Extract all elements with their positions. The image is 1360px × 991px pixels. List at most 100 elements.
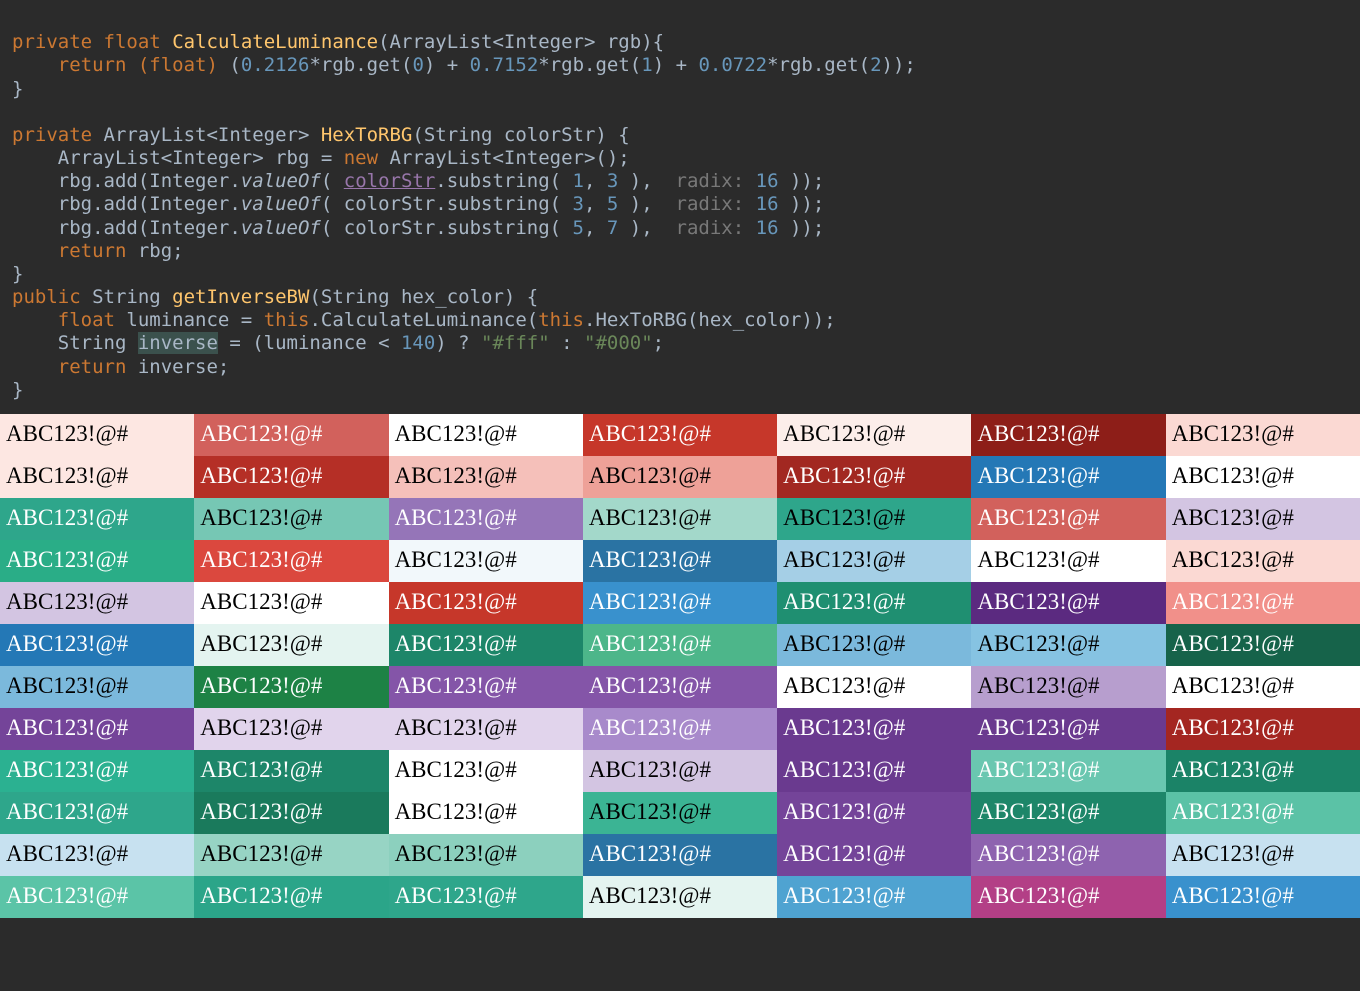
color-swatch: ABC123!@# — [0, 540, 194, 582]
code-line: } — [12, 263, 23, 285]
color-swatch: ABC123!@# — [194, 540, 388, 582]
color-swatch: ABC123!@# — [583, 582, 777, 624]
color-swatch: ABC123!@# — [971, 456, 1165, 498]
color-swatch: ABC123!@# — [971, 624, 1165, 666]
code-line: public String getInverseBW(String hex_co… — [12, 286, 538, 308]
code-line: return (float) (0.2126*rgb.get(0) + 0.71… — [12, 54, 916, 76]
color-swatch: ABC123!@# — [971, 792, 1165, 834]
color-swatch: ABC123!@# — [0, 498, 194, 540]
color-swatch: ABC123!@# — [777, 414, 971, 456]
code-line: private ArrayList<Integer> HexToRBG(Stri… — [12, 124, 630, 146]
color-swatch: ABC123!@# — [583, 876, 777, 918]
code-line: ArrayList<Integer> rbg = new ArrayList<I… — [12, 147, 630, 169]
color-swatch: ABC123!@# — [1166, 624, 1360, 666]
color-swatch: ABC123!@# — [971, 540, 1165, 582]
color-swatch: ABC123!@# — [971, 750, 1165, 792]
color-swatch: ABC123!@# — [389, 666, 583, 708]
color-swatch: ABC123!@# — [1166, 834, 1360, 876]
color-swatch: ABC123!@# — [777, 498, 971, 540]
color-swatch: ABC123!@# — [971, 582, 1165, 624]
color-swatch: ABC123!@# — [971, 876, 1165, 918]
color-swatch: ABC123!@# — [583, 498, 777, 540]
color-swatch: ABC123!@# — [1166, 582, 1360, 624]
color-swatch: ABC123!@# — [389, 540, 583, 582]
color-swatch: ABC123!@# — [777, 624, 971, 666]
color-swatch: ABC123!@# — [971, 498, 1165, 540]
color-swatch: ABC123!@# — [0, 708, 194, 750]
color-swatch: ABC123!@# — [777, 540, 971, 582]
color-swatch: ABC123!@# — [0, 456, 194, 498]
code-line: rbg.add(Integer.valueOf( colorStr.substr… — [12, 217, 824, 239]
color-swatch: ABC123!@# — [971, 666, 1165, 708]
color-swatch: ABC123!@# — [777, 582, 971, 624]
color-swatch: ABC123!@# — [389, 624, 583, 666]
color-swatch: ABC123!@# — [777, 792, 971, 834]
color-swatch: ABC123!@# — [1166, 498, 1360, 540]
color-swatch: ABC123!@# — [971, 708, 1165, 750]
color-swatch: ABC123!@# — [194, 498, 388, 540]
color-swatch: ABC123!@# — [194, 750, 388, 792]
code-line: return rbg; — [12, 240, 184, 262]
code-line: } — [12, 379, 23, 401]
color-swatch: ABC123!@# — [583, 708, 777, 750]
color-swatch: ABC123!@# — [777, 666, 971, 708]
color-swatch: ABC123!@# — [1166, 792, 1360, 834]
code-line: rbg.add(Integer.valueOf( colorStr.substr… — [12, 193, 824, 215]
color-swatch: ABC123!@# — [971, 414, 1165, 456]
color-swatch: ABC123!@# — [0, 414, 194, 456]
color-swatch: ABC123!@# — [389, 498, 583, 540]
color-swatch: ABC123!@# — [971, 834, 1165, 876]
color-swatch: ABC123!@# — [583, 750, 777, 792]
color-swatch: ABC123!@# — [194, 666, 388, 708]
color-swatch: ABC123!@# — [1166, 540, 1360, 582]
code-line: String inverse = (luminance < 140) ? "#f… — [12, 332, 664, 354]
color-swatch: ABC123!@# — [194, 414, 388, 456]
color-swatch: ABC123!@# — [194, 834, 388, 876]
color-swatch: ABC123!@# — [777, 708, 971, 750]
color-swatch: ABC123!@# — [0, 582, 194, 624]
color-swatch: ABC123!@# — [389, 834, 583, 876]
color-swatch: ABC123!@# — [389, 876, 583, 918]
code-line: private float CalculateLuminance(ArrayLi… — [12, 31, 664, 53]
code-line: rbg.add(Integer.valueOf( colorStr.substr… — [12, 170, 824, 192]
color-swatch: ABC123!@# — [583, 624, 777, 666]
color-swatch: ABC123!@# — [583, 834, 777, 876]
color-swatch: ABC123!@# — [194, 792, 388, 834]
color-swatch: ABC123!@# — [1166, 708, 1360, 750]
code-line: float luminance = this.CalculateLuminanc… — [12, 309, 836, 331]
color-swatch: ABC123!@# — [1166, 750, 1360, 792]
color-swatch: ABC123!@# — [389, 750, 583, 792]
color-swatch: ABC123!@# — [1166, 414, 1360, 456]
color-swatch: ABC123!@# — [1166, 456, 1360, 498]
color-swatch: ABC123!@# — [389, 582, 583, 624]
color-swatch: ABC123!@# — [389, 456, 583, 498]
color-swatch: ABC123!@# — [0, 666, 194, 708]
color-swatch: ABC123!@# — [194, 624, 388, 666]
color-swatch: ABC123!@# — [777, 834, 971, 876]
color-swatch: ABC123!@# — [0, 624, 194, 666]
color-swatch: ABC123!@# — [0, 876, 194, 918]
color-swatch: ABC123!@# — [583, 792, 777, 834]
color-swatch: ABC123!@# — [194, 876, 388, 918]
code-line: return inverse; — [12, 356, 229, 378]
color-swatch: ABC123!@# — [583, 414, 777, 456]
color-swatch-grid: ABC123!@#ABC123!@#ABC123!@#ABC123!@#ABC1… — [0, 414, 1360, 918]
color-swatch: ABC123!@# — [777, 876, 971, 918]
color-swatch: ABC123!@# — [1166, 876, 1360, 918]
code-editor: private float CalculateLuminance(ArrayLi… — [0, 0, 1360, 414]
color-swatch: ABC123!@# — [1166, 666, 1360, 708]
color-swatch: ABC123!@# — [583, 456, 777, 498]
color-swatch: ABC123!@# — [0, 792, 194, 834]
color-swatch: ABC123!@# — [389, 708, 583, 750]
code-line: } — [12, 78, 23, 100]
color-swatch: ABC123!@# — [777, 456, 971, 498]
color-swatch: ABC123!@# — [194, 708, 388, 750]
color-swatch: ABC123!@# — [389, 792, 583, 834]
color-swatch: ABC123!@# — [0, 834, 194, 876]
color-swatch: ABC123!@# — [194, 456, 388, 498]
color-swatch: ABC123!@# — [0, 750, 194, 792]
color-swatch: ABC123!@# — [583, 540, 777, 582]
color-swatch: ABC123!@# — [583, 666, 777, 708]
color-swatch: ABC123!@# — [194, 582, 388, 624]
color-swatch: ABC123!@# — [389, 414, 583, 456]
